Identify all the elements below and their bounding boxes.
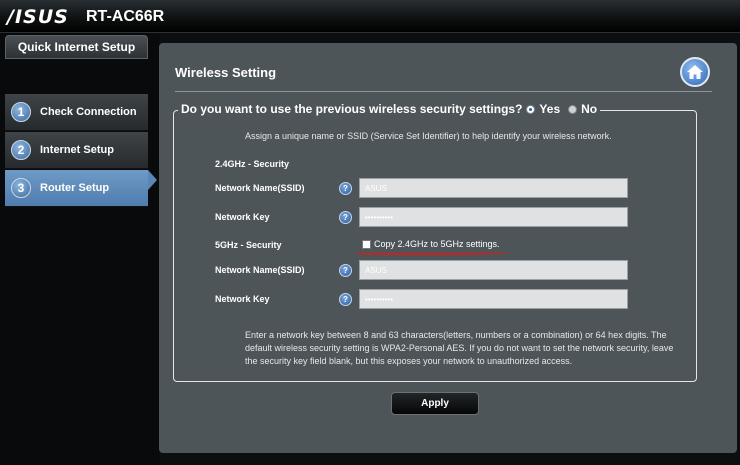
- ssid-5-label: Network Name(SSID): [215, 265, 305, 275]
- title-divider: [175, 91, 712, 92]
- section-24ghz-security: 2.4GHz - Security: [215, 159, 290, 169]
- previous-settings-question: Do you want to use the previous wireless…: [178, 102, 601, 116]
- step-label: Check Connection: [40, 106, 137, 118]
- copy-settings-checkbox[interactable]: [362, 239, 371, 249]
- router-model: RT-AC66R: [86, 8, 165, 25]
- yes-radio-label[interactable]: Yes: [539, 102, 560, 116]
- note-line: default wireless security setting is WPA…: [245, 343, 674, 353]
- question-text: Do you want to use the previous wireless…: [181, 102, 523, 116]
- ssid-5-input[interactable]: [359, 260, 628, 280]
- ssid-hint: Assign a unique name or SSID (Service Se…: [245, 131, 612, 141]
- note-line: the security key field blank, but this e…: [245, 356, 573, 366]
- help-icon[interactable]: ?: [339, 293, 352, 306]
- home-button[interactable]: [680, 57, 710, 87]
- note-line: Enter a network key between 8 and 63 cha…: [245, 330, 667, 340]
- help-icon[interactable]: ?: [339, 182, 352, 195]
- key-24-label: Network Key: [215, 212, 270, 222]
- section-5ghz-security: 5GHz - Security: [215, 240, 282, 250]
- apply-button[interactable]: Apply: [391, 392, 479, 415]
- step-label: Internet Setup: [40, 144, 114, 156]
- wireless-setting-panel: Wireless Setting Do you want to use the …: [159, 43, 737, 453]
- security-note: Enter a network key between 8 and 63 cha…: [245, 329, 678, 368]
- asus-logo: /ISUS: [7, 6, 69, 28]
- home-icon: [687, 65, 703, 79]
- step-number-badge: 3: [11, 178, 31, 198]
- active-step-arrow: [148, 170, 157, 190]
- step-number-badge: 1: [11, 102, 31, 122]
- ssid-24-label: Network Name(SSID): [215, 183, 305, 193]
- no-radio-label[interactable]: No: [581, 102, 597, 116]
- sidebar-title: Quick Internet Setup: [5, 35, 148, 59]
- copy-settings-label[interactable]: Copy 2.4GHz to 5GHz settings.: [374, 239, 500, 249]
- key-24-input[interactable]: [359, 207, 628, 227]
- key-5-label: Network Key: [215, 294, 270, 304]
- help-icon[interactable]: ?: [339, 211, 352, 224]
- sidebar-step-router-setup[interactable]: 3 Router Setup: [5, 170, 148, 207]
- page-title: Wireless Setting: [175, 65, 277, 80]
- key-5-input[interactable]: [359, 289, 628, 309]
- step-number-badge: 2: [11, 140, 31, 160]
- copy-settings-option[interactable]: Copy 2.4GHz to 5GHz settings.: [362, 239, 500, 249]
- no-radio[interactable]: [568, 104, 578, 114]
- top-header: /ISUS RT-AC66R: [0, 0, 740, 33]
- yes-radio[interactable]: [526, 104, 536, 114]
- sidebar-step-internet-setup[interactable]: 2 Internet Setup: [5, 132, 148, 169]
- step-label: Router Setup: [40, 182, 110, 194]
- ssid-24-input[interactable]: [359, 178, 628, 198]
- help-icon[interactable]: ?: [339, 264, 352, 277]
- sidebar-step-check-connection[interactable]: 1 Check Connection: [5, 94, 148, 131]
